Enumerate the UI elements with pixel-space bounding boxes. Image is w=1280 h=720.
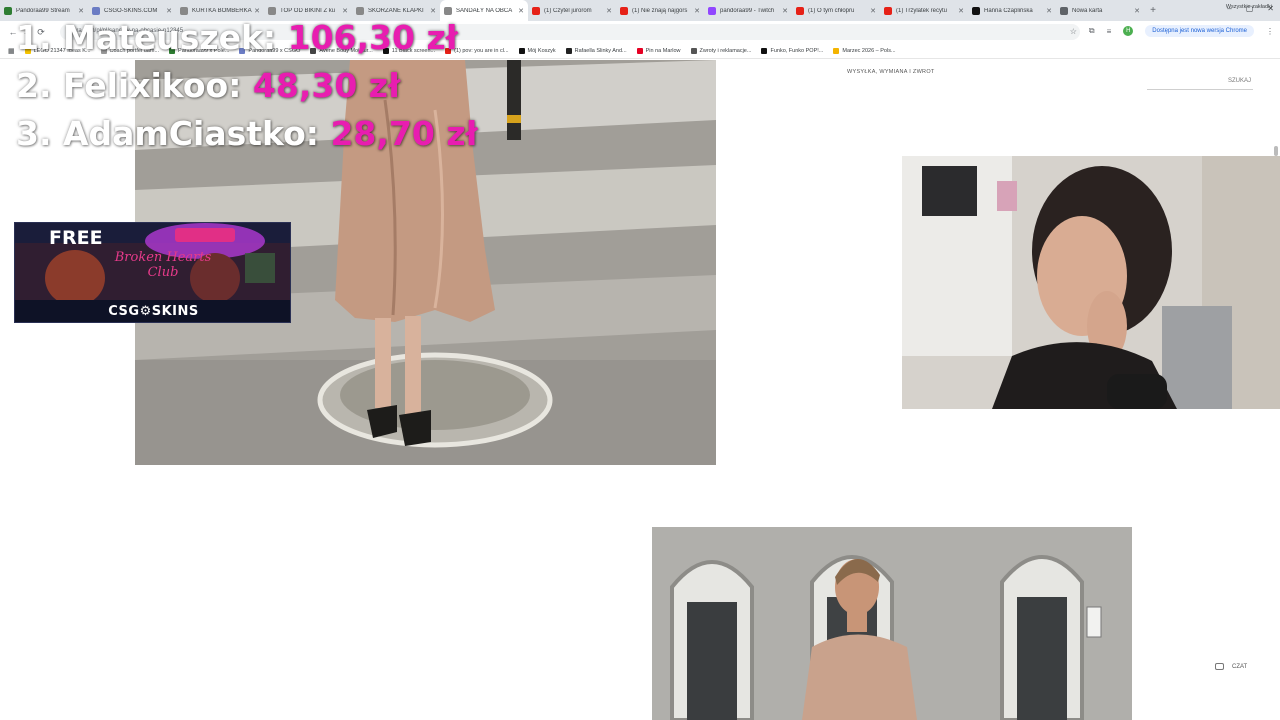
tab-favicon-icon	[884, 6, 892, 15]
bookmark-label: Mój Koszyk	[527, 47, 556, 54]
bookmark-favicon-icon	[565, 47, 572, 54]
bookmark-item[interactable]: Rafaella Slinky And...	[565, 47, 627, 54]
leaderboard-row: 1. Mateuszek: 106,30 zł	[16, 14, 478, 62]
tab-favicon-icon	[796, 6, 804, 15]
update-chrome-button[interactable]: Dostępna jest nowa wersja Chrome	[1145, 25, 1254, 37]
donor-name: 3. AdamCiastko:	[16, 114, 319, 153]
tab-title: Hanna Czaplińska	[984, 7, 1033, 14]
tab-favicon-icon	[620, 6, 628, 15]
ad-free-label: FREE	[49, 227, 103, 249]
tab-favicon-icon	[1060, 6, 1068, 15]
bookmark-label: Pin na Marlow	[645, 47, 681, 54]
tab-close-icon[interactable]: ✕	[518, 7, 524, 15]
browser-tab[interactable]: (1) O tym chłopru ✕	[792, 0, 880, 21]
media-icon[interactable]: ≡	[1107, 27, 1112, 36]
profile-avatar[interactable]: H	[1123, 26, 1134, 36]
tab-title: (1) O tym chłopru	[808, 7, 855, 14]
shipping-returns-link[interactable]: WYSYŁKA, WYMIANA I ZWROT	[847, 69, 935, 75]
webcam-streamer-illustration	[902, 156, 1280, 409]
tab-title: KURTKA BOMBERKA	[192, 7, 252, 14]
tab-title: (1) Nie znają najgors	[632, 7, 688, 14]
bookmark-item[interactable]: Pin na Marlow	[636, 47, 681, 54]
chat-button[interactable]: CZAT	[1215, 663, 1247, 670]
product-photo-second-illustration	[652, 527, 1132, 720]
bookmark-favicon-icon	[518, 47, 525, 54]
tab-close-icon[interactable]: ✕	[782, 7, 788, 15]
browser-tab[interactable]: (1) Czytel jurorom ✕	[528, 0, 616, 21]
tab-title: Nowa karta	[1072, 7, 1103, 14]
new-tab-button[interactable]: +	[1144, 5, 1162, 16]
bookmark-item[interactable]: Zwroty i reklamacje...	[690, 47, 752, 54]
webcam-overlay	[902, 156, 1280, 409]
tab-title: SANDAŁY NA OBCA	[456, 7, 513, 14]
tab-title: SKÓRZANE KLAPKI	[368, 7, 424, 14]
tab-favicon-icon	[972, 6, 980, 15]
tab-favicon-icon	[4, 6, 12, 15]
bookmark-label: Rafaella Slinky And...	[574, 47, 627, 54]
donation-leaderboard: 1. Mateuszek: 106,30 zł 2. Felixikoo: 48,…	[16, 14, 478, 158]
donation-amount: 48,30 zł	[252, 66, 401, 105]
donor-name: 2. Felixikoo:	[16, 66, 242, 105]
browser-tab[interactable]: Nowa karta ✕	[1056, 0, 1144, 21]
bookmark-star-icon[interactable]: ☆	[1070, 27, 1077, 36]
tab-close-icon[interactable]: ✕	[1046, 7, 1052, 15]
leaderboard-row: 3. AdamCiastko: 28,70 zł	[16, 110, 478, 158]
ad-script-title: Broken Hearts Club	[114, 250, 212, 280]
screen: Pandoraa99 Stream ✕ CSGO-SKINS.COM ✕ KURTKA …	[0, 0, 1280, 720]
bookmark-favicon-icon	[636, 47, 643, 54]
donor-name: 1. Mateuszek:	[16, 18, 277, 57]
tab-favicon-icon	[708, 6, 716, 15]
tab-close-icon[interactable]: ✕	[870, 7, 876, 15]
tab-close-icon[interactable]: ✕	[694, 7, 700, 15]
bookmark-label: Marzec 2026 – Pols...	[842, 47, 896, 54]
ad-brand-logo: CSG⚙SKINS	[108, 304, 199, 319]
bookmark-label: Zwroty i reklamacje...	[699, 47, 752, 54]
bookmark-label: Funko, Funko POP!...	[770, 47, 824, 54]
bookmark-item[interactable]: Mój Koszyk	[518, 47, 556, 54]
chat-bubble-icon	[1215, 663, 1224, 670]
donation-amount: 28,70 zł	[330, 114, 478, 153]
browser-tab[interactable]: Hanna Czaplińska ✕	[968, 0, 1056, 21]
tab-title: CSGO-SKINS.COM	[104, 7, 158, 14]
leaderboard-row: 2. Felixikoo: 48,30 zł	[16, 62, 478, 110]
browser-tab[interactable]: (1) Nie znają najgors ✕	[616, 0, 704, 21]
extensions-icon[interactable]: ⧉	[1089, 26, 1095, 36]
tab-title: (1) Trzylatek recytu	[896, 7, 948, 14]
csgo-skins-ad: FREE Broken Hearts Club CSG⚙SKINS	[14, 222, 291, 323]
menu-icon[interactable]: ⋮	[1266, 27, 1274, 36]
product-photo-second[interactable]	[652, 527, 1132, 720]
all-bookmarks-link[interactable]: Wszystkie zakładki	[1226, 4, 1272, 10]
tab-close-icon[interactable]: ✕	[606, 7, 612, 15]
tab-title: Pandoraa99 Stream	[16, 7, 70, 14]
search-field[interactable]: SZUKAJ	[1147, 78, 1253, 90]
apps-icon[interactable]: ▦	[8, 47, 15, 55]
bookmark-favicon-icon	[690, 47, 697, 54]
tab-title: (1) Czytel jurorom	[544, 7, 592, 14]
browser-tab[interactable]: (1) Trzylatek recytu ✕	[880, 0, 968, 21]
tab-title: TOP OD BIKINI Z ku	[280, 7, 336, 14]
tab-favicon-icon	[532, 6, 540, 15]
tab-close-icon[interactable]: ✕	[958, 7, 964, 15]
bookmark-favicon-icon	[761, 47, 768, 54]
bookmark-item[interactable]: Funko, Funko POP!...	[761, 47, 824, 54]
scrollbar-thumb[interactable]	[1274, 146, 1278, 156]
tab-title: pandoraa99 - Twitch	[720, 7, 775, 14]
chat-label: CZAT	[1232, 663, 1248, 670]
donation-amount: 106,30 zł	[287, 18, 458, 57]
bookmark-favicon-icon	[833, 47, 840, 54]
tab-close-icon[interactable]: ✕	[1134, 7, 1140, 15]
toolbar-right: ☆ ⧉ ≡ H Dostępna jest nowa wersja Chrome…	[1070, 25, 1274, 37]
browser-tab[interactable]: pandoraa99 - Twitch ✕	[704, 0, 792, 21]
bookmark-item[interactable]: Marzec 2026 – Pols...	[833, 47, 896, 54]
